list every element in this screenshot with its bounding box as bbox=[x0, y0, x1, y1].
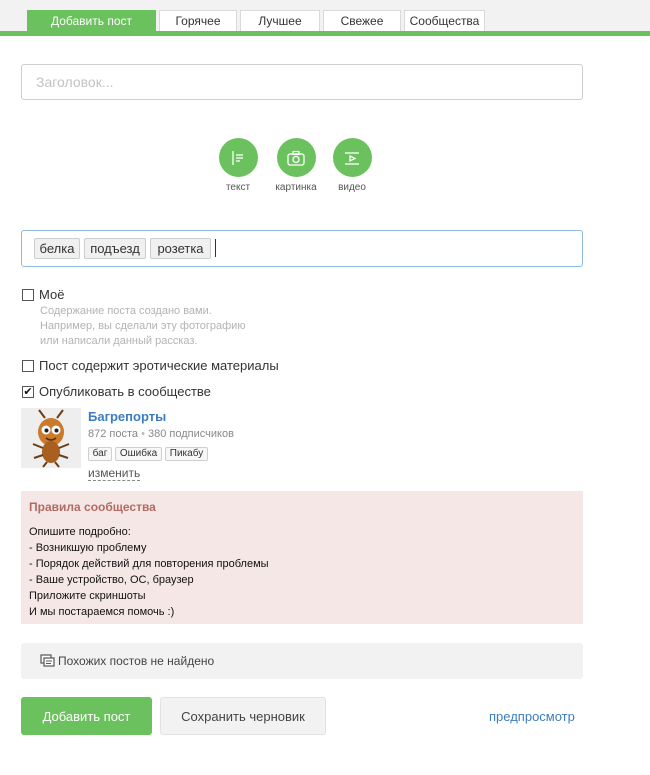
post-title-input[interactable] bbox=[21, 64, 583, 100]
add-video-button[interactable]: видео bbox=[322, 138, 382, 193]
community-tag[interactable]: баг bbox=[88, 447, 112, 461]
top-nav: Добавить пост Горячее Лучшее Свежее Сооб… bbox=[0, 0, 650, 36]
mine-hint-line: Содержание поста создано вами. bbox=[40, 305, 212, 317]
community-tag[interactable]: Пикабу bbox=[165, 447, 208, 461]
add-text-button[interactable]: текст bbox=[208, 138, 268, 193]
tab-fresh[interactable]: Свежее bbox=[323, 10, 401, 31]
text-icon bbox=[218, 138, 258, 177]
save-draft-button[interactable]: Сохранить черновик bbox=[160, 697, 326, 735]
publish-button[interactable]: Добавить пост bbox=[21, 697, 152, 735]
similar-posts-text: Похожих постов не найдено bbox=[58, 654, 215, 668]
rules-title: Правила сообщества bbox=[29, 500, 156, 514]
community-stats: 872 поста • 380 подписчиков bbox=[88, 428, 234, 440]
rules-line: И мы постараемся помочь :) bbox=[29, 606, 175, 618]
preview-link[interactable]: предпросмотр bbox=[489, 709, 575, 724]
rules-line: Опишите подробно: bbox=[29, 526, 131, 538]
erotic-label: Пост содержит эротические материалы bbox=[39, 358, 279, 373]
mine-label: Моё bbox=[39, 287, 65, 302]
tab-hot[interactable]: Горячее bbox=[159, 10, 237, 31]
camera-icon bbox=[276, 138, 316, 177]
community-rules-panel: Правила сообщества Опишите подробно: - В… bbox=[21, 491, 583, 624]
nav-accent-line bbox=[0, 31, 650, 36]
tab-communities[interactable]: Сообщества bbox=[404, 10, 485, 31]
tab-best[interactable]: Лучшее bbox=[240, 10, 320, 31]
community-checkbox[interactable]: ✔ bbox=[22, 386, 34, 398]
erotic-checkbox[interactable] bbox=[22, 360, 34, 372]
community-name-link[interactable]: Багрепорты bbox=[88, 409, 166, 424]
community-tag[interactable]: Ошибка bbox=[115, 447, 162, 461]
rules-line: Приложите скриншоты bbox=[29, 590, 146, 602]
add-image-button[interactable]: картинка bbox=[266, 138, 326, 193]
change-community-link[interactable]: изменить bbox=[88, 466, 141, 481]
mine-checkbox[interactable] bbox=[22, 289, 34, 301]
add-text-label: текст bbox=[225, 182, 251, 193]
rules-line: - Возникшую проблему bbox=[29, 542, 147, 554]
tag-chip[interactable]: подъезд bbox=[84, 238, 146, 259]
tag-chip[interactable]: розетка bbox=[150, 238, 211, 259]
video-icon bbox=[332, 138, 372, 177]
tab-add-post[interactable]: Добавить пост bbox=[27, 10, 156, 31]
mine-hint-line: или написали данный рассказ. bbox=[40, 335, 198, 347]
community-subscribers-count: 380 подписчиков bbox=[148, 428, 234, 440]
community-avatar bbox=[21, 408, 81, 468]
tags-input[interactable]: белка подъезд розетка bbox=[21, 230, 583, 267]
add-image-label: картинка bbox=[275, 182, 317, 193]
rules-body: Опишите подробно: - Возникшую проблему -… bbox=[29, 524, 269, 620]
community-label: Опубликовать в сообществе bbox=[39, 384, 211, 399]
tag-chip[interactable]: белка bbox=[34, 238, 80, 259]
mine-hint-line: Например, вы сделали эту фотографию bbox=[40, 320, 246, 332]
posts-icon bbox=[40, 654, 55, 672]
community-posts-count: 872 поста bbox=[88, 428, 139, 440]
text-caret bbox=[215, 239, 216, 257]
stats-separator: • bbox=[141, 428, 145, 440]
similar-posts-panel: Похожих постов не найдено bbox=[21, 643, 583, 679]
rules-line: - Ваше устройство, ОС, браузер bbox=[29, 574, 194, 586]
rules-line: - Порядок действий для повторения пробле… bbox=[29, 558, 269, 570]
add-video-label: видео bbox=[338, 182, 366, 193]
